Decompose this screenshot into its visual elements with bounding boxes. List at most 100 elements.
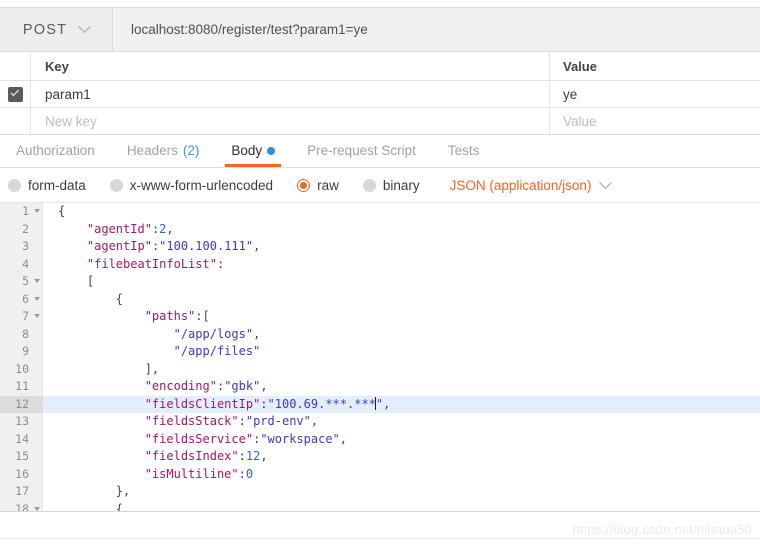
new-param-key-input[interactable]: New key <box>31 108 550 134</box>
code-token: "/app/logs" <box>173 326 254 341</box>
body-type-urlencoded[interactable]: x-www-form-urlencoded <box>109 178 273 193</box>
code-token: : <box>216 256 225 271</box>
code-line-text: "paths":[ <box>43 308 210 326</box>
code-line-text: "/app/files" <box>43 343 261 361</box>
param-key-input[interactable]: param1 <box>31 81 550 107</box>
line-number: 6 <box>0 291 43 309</box>
code-token: "fieldsClientIp" <box>144 396 261 411</box>
code-line[interactable]: 15 "fieldsIndex":12, <box>0 448 760 466</box>
param-value-input[interactable]: ye <box>550 81 760 107</box>
code-token: "fieldsStack" <box>144 414 239 428</box>
code-line-text: "fieldsClientIp":"100.69.***.***", <box>43 396 390 414</box>
request-url-bar: POST localhost:8080/register/test?param1… <box>0 7 760 52</box>
content-type-label: JSON (application/json) <box>449 177 592 193</box>
line-number: 7 <box>0 308 43 326</box>
tab-authorization[interactable]: Authorization <box>0 134 111 167</box>
postman-request-pane: POST localhost:8080/register/test?param1… <box>0 0 760 548</box>
content-type-dropdown[interactable]: JSON (application/json) <box>449 175 613 193</box>
code-token: : <box>238 466 246 481</box>
code-line-text: "agentId":2, <box>43 221 174 239</box>
code-line-text: "isMultiline":0 <box>43 466 253 484</box>
line-number: 18 <box>0 501 43 511</box>
chevron-down-icon <box>78 20 92 34</box>
body-type-raw[interactable]: raw <box>297 178 339 193</box>
radio-selected-icon <box>297 178 311 192</box>
code-line[interactable]: 10 ], <box>0 361 760 379</box>
code-line-text: "fieldsService":"workspace", <box>43 431 347 449</box>
code-line[interactable]: 13 "fieldsStack":"prd-env", <box>0 413 760 431</box>
column-header-value: Value <box>563 58 597 74</box>
code-line-text: [ <box>43 273 94 291</box>
code-token: [ <box>202 309 210 323</box>
radio-icon <box>8 178 21 192</box>
code-token: , <box>383 396 391 411</box>
code-line[interactable]: 5 [ <box>0 273 760 291</box>
code-line[interactable]: 3 "agentIp":"100.100.111", <box>0 238 760 256</box>
raw-body-editor[interactable]: 1{2 "agentId":2, 3 "agentIp":"100.100.111… <box>0 203 760 512</box>
fold-arrow-icon[interactable] <box>34 314 40 318</box>
fold-arrow-icon[interactable] <box>34 506 40 511</box>
fold-arrow-icon[interactable] <box>34 296 40 301</box>
line-number: 2 <box>22 221 29 236</box>
code-token: , <box>253 326 261 341</box>
body-type-selector: form-data x-www-form-urlencoded raw bina… <box>0 168 760 203</box>
code-line[interactable]: 7 "paths":[ <box>0 308 760 326</box>
code-line[interactable]: 14 "fieldsService":"workspace", <box>0 431 760 449</box>
body-type-raw-label: raw <box>317 177 339 193</box>
line-number: 15 <box>15 449 29 463</box>
body-type-binary[interactable]: binary <box>362 178 420 193</box>
tab-body[interactable]: Body <box>215 134 291 167</box>
params-header-row: Key Value <box>0 52 760 81</box>
tab-headers[interactable]: Headers (2) <box>111 134 216 167</box>
code-token: , <box>310 414 319 428</box>
code-line-text: "encoding":"gbk", <box>43 378 268 396</box>
row-checkbox-checked[interactable] <box>7 86 23 102</box>
code-token: { <box>58 204 66 218</box>
code-line[interactable]: 12 "fieldsClientIp":"100.69.***.***", <box>0 395 760 414</box>
watermark-text: https://blog.csdn.net/nihaoa50 <box>572 522 752 537</box>
body-type-form-data[interactable]: form-data <box>8 178 86 193</box>
code-line-text: "fieldsIndex":12, <box>43 448 268 466</box>
code-token: "100.100.111" <box>159 239 254 253</box>
code-line[interactable]: 11 "encoding":"gbk", <box>0 378 760 396</box>
fold-arrow-icon[interactable] <box>34 279 40 283</box>
code-token: , <box>260 379 268 393</box>
tab-body-label: Body <box>231 143 263 158</box>
code-token: "filebeatInfoList" <box>86 256 217 271</box>
code-line[interactable]: 18 { <box>0 501 760 512</box>
new-param-value-input[interactable]: Value <box>550 108 760 134</box>
code-line[interactable]: 1{ <box>0 203 760 221</box>
table-row: param1 ye <box>0 81 760 108</box>
code-token: "fieldsService" <box>144 431 254 446</box>
code-token: { <box>115 291 124 306</box>
code-line[interactable]: 16 "isMultiline":0 <box>0 466 760 484</box>
line-number: 17 <box>15 484 29 498</box>
code-token: "encoding" <box>144 379 217 393</box>
tab-pre-request-script[interactable]: Pre-request Script <box>291 134 432 167</box>
column-header-key: Key <box>31 52 550 80</box>
request-tab-bar: Authorization Headers (2) Body Pre-reque… <box>0 135 760 168</box>
code-line[interactable]: 2 "agentId":2, <box>0 221 760 239</box>
body-type-form-data-label: form-data <box>28 177 86 193</box>
tab-tests[interactable]: Tests <box>432 134 496 167</box>
tab-headers-label: Headers <box>126 143 178 158</box>
code-line[interactable]: 17 }, <box>0 483 760 501</box>
editor-code-lines: 1{2 "agentId":2, 3 "agentIp":"100.100.111… <box>0 203 760 512</box>
line-number: 16 <box>15 466 29 481</box>
http-method-selector[interactable]: POST <box>0 8 113 51</box>
fold-arrow-icon[interactable] <box>34 209 40 213</box>
code-line-text: { <box>43 203 65 221</box>
param-key-text: param1 <box>45 86 91 102</box>
chevron-down-icon <box>599 175 613 189</box>
tab-authorization-label: Authorization <box>16 143 95 158</box>
code-line[interactable]: 6 { <box>0 291 760 309</box>
code-token: 12 <box>245 449 261 463</box>
request-url-input[interactable]: localhost:8080/register/test?param1=ye <box>113 8 760 51</box>
code-line-text: "agentIp":"100.100.111", <box>43 238 260 256</box>
line-number: 9 <box>22 344 29 358</box>
code-line[interactable]: 9 "/app/files" <box>0 343 760 361</box>
new-row-checkbox-cell <box>0 108 31 134</box>
code-line[interactable]: 8 "/app/logs", <box>0 326 760 344</box>
row-enable-cell <box>0 81 31 107</box>
code-line[interactable]: 4 "filebeatInfoList": <box>0 256 760 274</box>
